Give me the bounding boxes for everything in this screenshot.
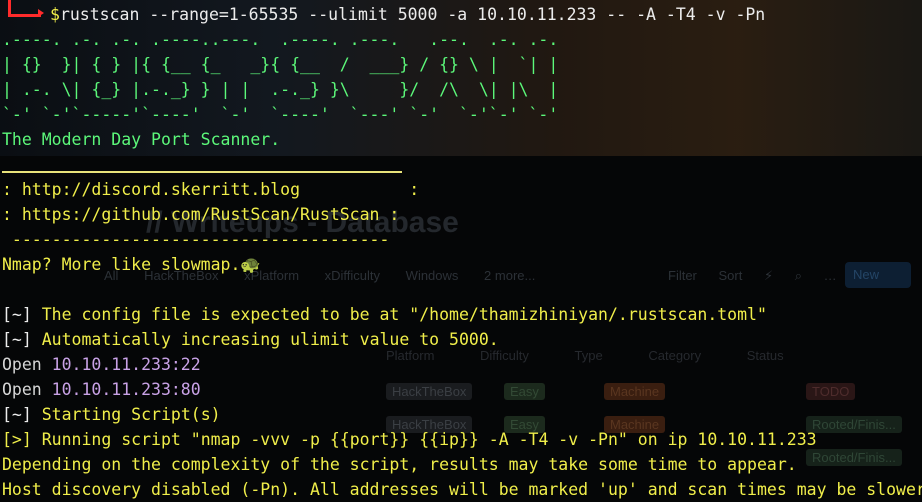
dash-line: --------------------------------------	[2, 230, 390, 249]
open-label: Open	[2, 355, 52, 374]
command-text: rustscan --range=1-65535 --ulimit 5000 -…	[59, 5, 766, 24]
tail-line: Host discovery disabled (-Pn). All addre…	[2, 480, 922, 499]
open-port-address: 10.10.11.233:80	[51, 380, 201, 399]
more-icon: …	[823, 268, 837, 283]
column-category: Category	[648, 348, 702, 363]
discord-link: : http://discord.skerritt.blog :	[2, 180, 420, 199]
divider	[2, 171, 402, 173]
banner-line: | {} }| { } |{ {__ {_ _}{ {__ / ___} / {…	[2, 55, 559, 74]
prompt-dollar: $	[50, 5, 60, 24]
open-port-line: Open 10.10.11.233:22	[2, 352, 201, 377]
type-chip: Machine	[604, 383, 666, 400]
output-line: [~] Automatically increasing ulimit valu…	[2, 327, 499, 352]
status-chip: TODO	[806, 383, 856, 400]
open-label: Open	[2, 380, 52, 399]
prompt-corner-icon	[8, 0, 41, 17]
tagline: The Modern Day Port Scanner.	[2, 130, 281, 149]
script-text: Starting Script(s)	[31, 405, 221, 424]
tab-more: 2 more...	[484, 268, 536, 283]
background-actions: Filter Sort ⚡ ⌕ …	[668, 268, 855, 284]
nmap-joke: Nmap? More like slowmap.🐢	[2, 255, 261, 274]
column-type: Type	[574, 348, 603, 363]
github-link: : https://github.com/RustScan/RustScan :	[2, 205, 400, 224]
script-prefix: [>]	[2, 430, 32, 449]
output-line: [~] The config file is expected to be at…	[2, 302, 767, 327]
open-port-line: Open 10.10.11.233:80	[2, 377, 201, 402]
platform-chip: HackTheBox	[386, 383, 473, 400]
script-text: Running script "nmap -vvv -p {{port}} {{…	[31, 430, 817, 449]
output-prefix: [~]	[2, 330, 32, 349]
new-button: New	[845, 262, 911, 288]
tab-windows: Windows	[405, 268, 459, 283]
difficulty-chip: Easy	[504, 383, 545, 400]
lightning-icon: ⚡	[763, 268, 774, 283]
sort-action: Sort	[718, 268, 743, 283]
script-line: [>] Running script "nmap -vvv -p {{port}…	[2, 427, 817, 452]
open-port-address: 10.10.11.233:22	[51, 355, 201, 374]
banner-line: .----. .-. .-. .----..---. .----. .---. …	[2, 30, 559, 49]
prompt-arrow-icon	[38, 9, 44, 17]
script-line: [~] Starting Script(s)	[2, 402, 221, 427]
output-text: Automatically increasing ulimit value to…	[31, 330, 499, 349]
status-chip: Rooted/Finis...	[806, 449, 902, 466]
tail-line: Depending on the complexity of the scrip…	[2, 455, 797, 474]
script-prefix: [~]	[2, 405, 32, 424]
tab-xdifficulty: xDifficulty	[324, 268, 381, 283]
filter-action: Filter	[668, 268, 697, 283]
output-text: The config file is expected to be at "/h…	[31, 305, 767, 324]
output-prefix: [~]	[2, 305, 32, 324]
search-icon: ⌕	[794, 268, 803, 283]
status-chip: Rooted/Finis...	[806, 416, 902, 433]
banner-line: | .-. \| {_} |.-._} } | | .-._} }\ }/ /\…	[2, 80, 559, 99]
column-status: Status	[746, 348, 784, 363]
command-line: $rustscan --range=1-65535 --ulimit 5000 …	[50, 2, 765, 27]
banner-line: `-' `-'`-----'`----' `-' `----' `---' `-…	[2, 105, 559, 124]
